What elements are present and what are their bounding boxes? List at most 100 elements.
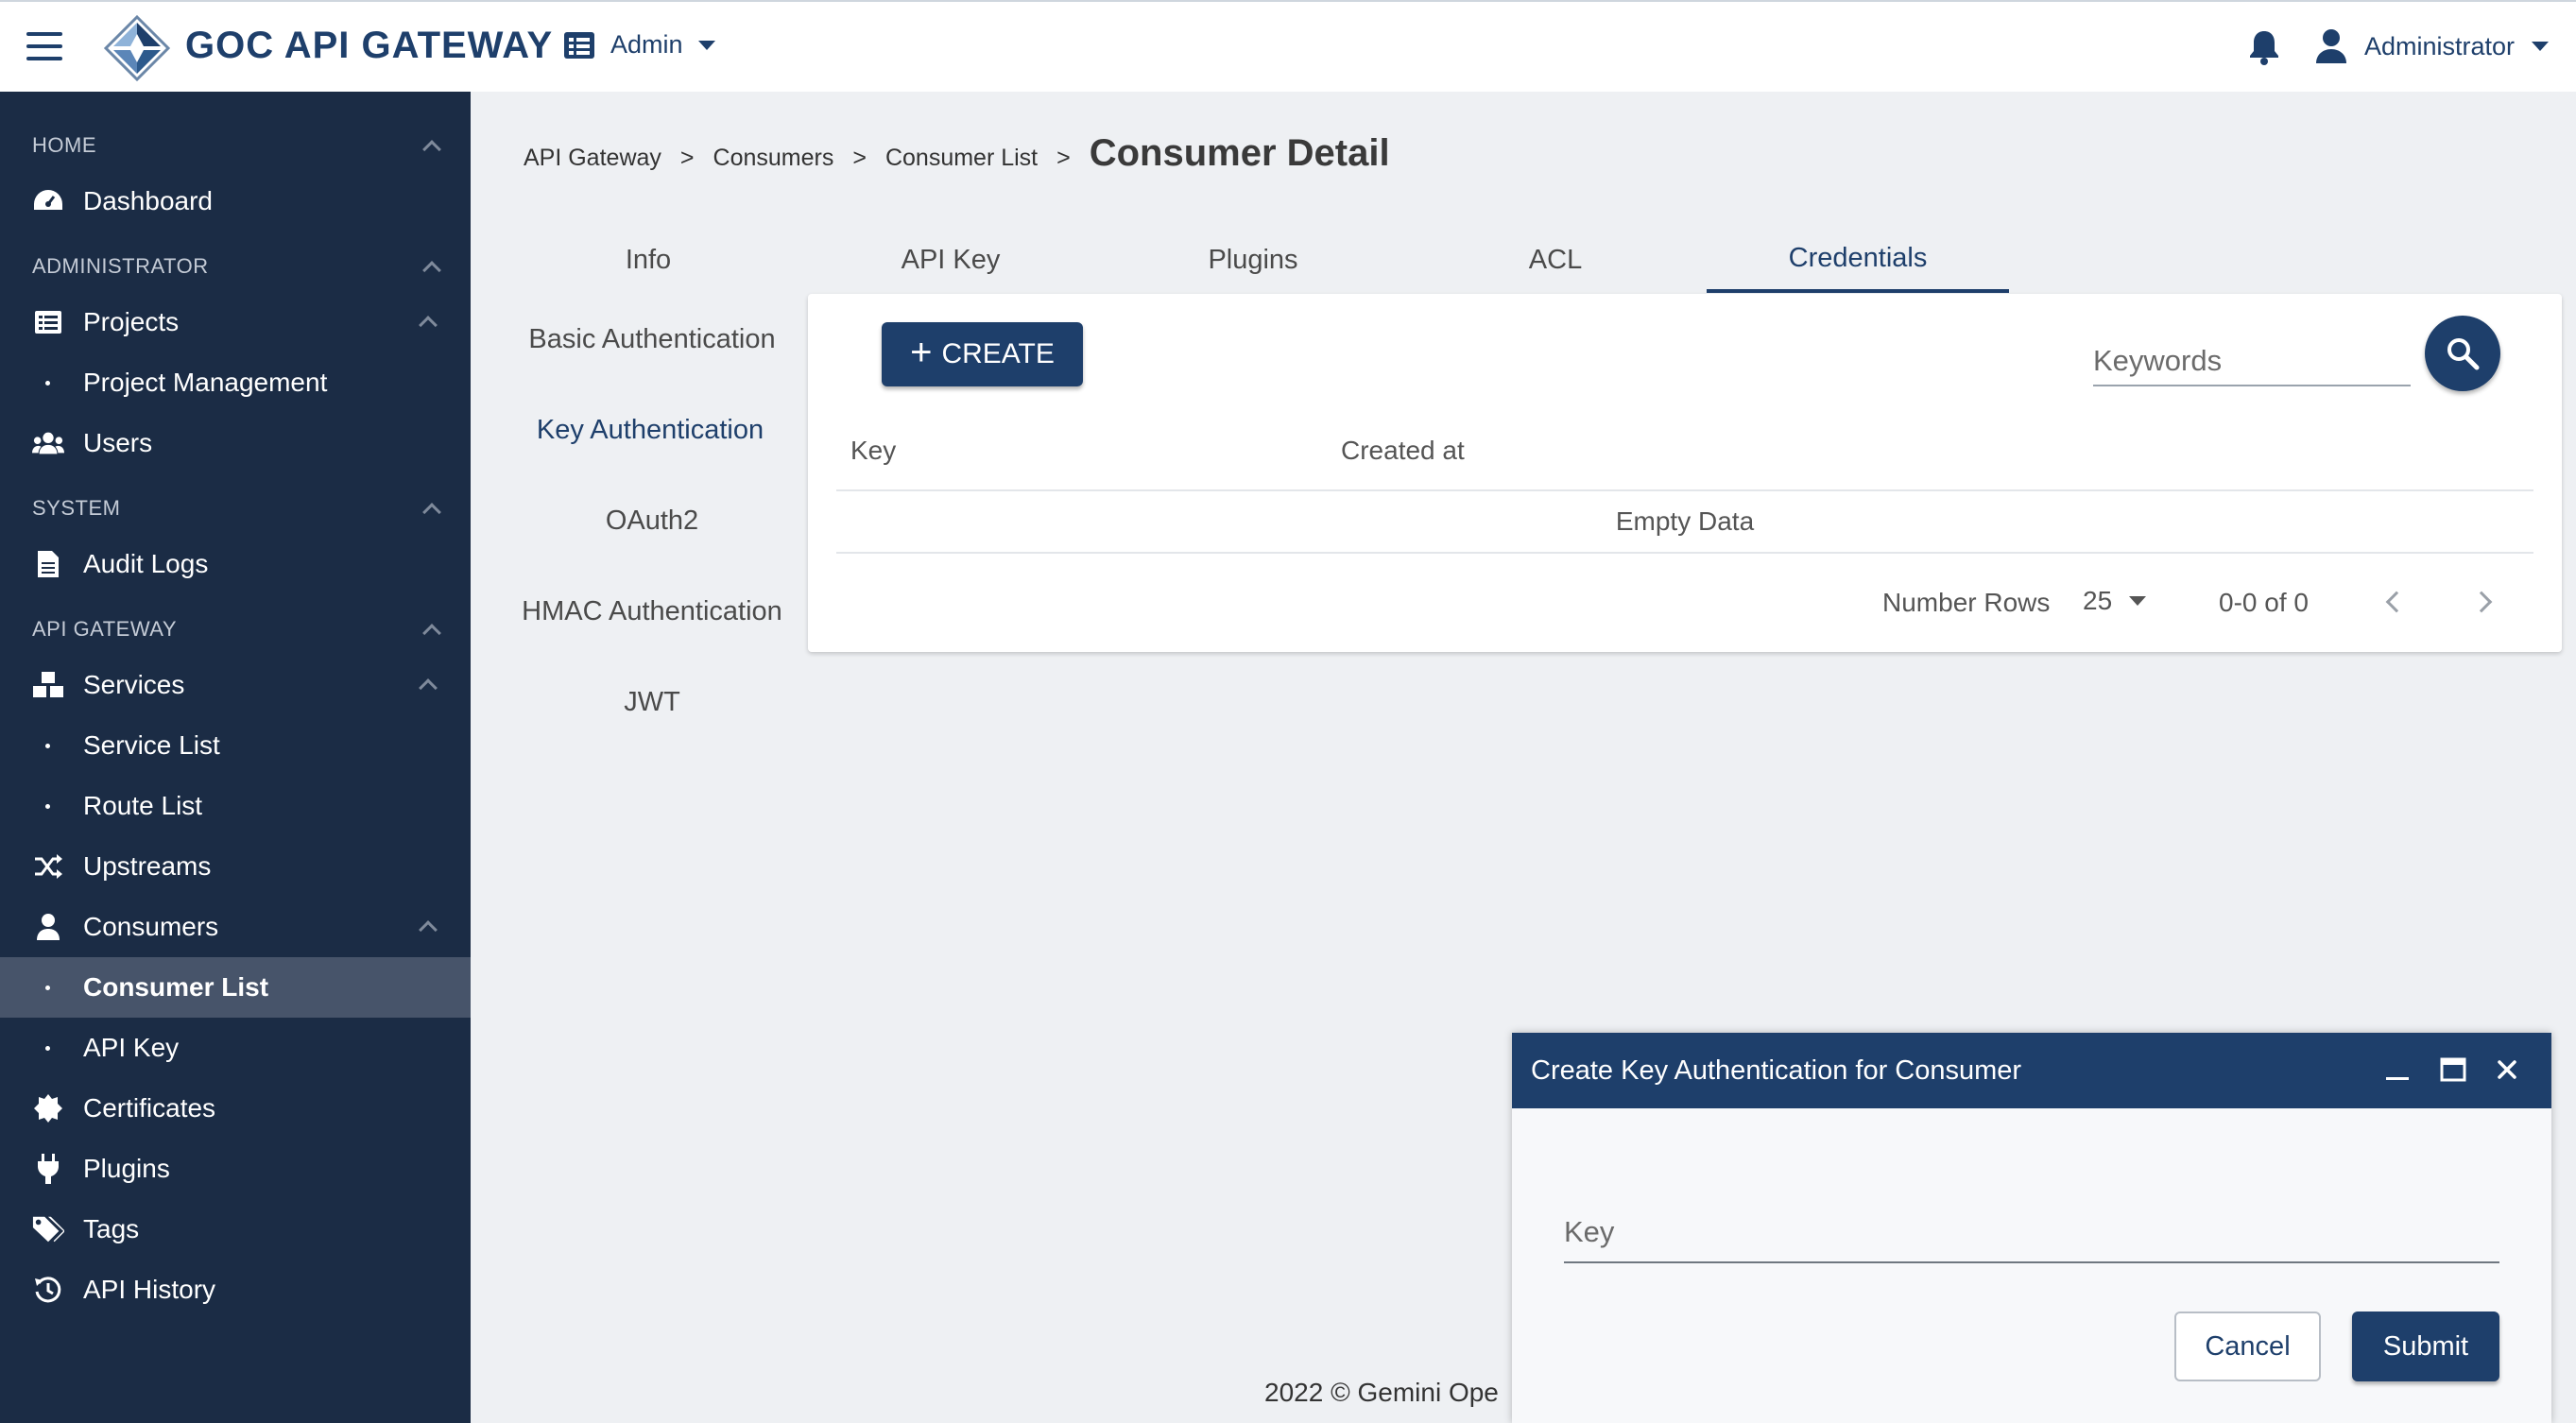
sidebar-section-system[interactable]: SYSTEM [32, 496, 441, 522]
sidebar-item-label: Services [83, 670, 185, 699]
search-icon [2447, 338, 2480, 370]
maximize-button[interactable] [2437, 1054, 2469, 1086]
sidebar-item-project-management[interactable]: Project Management [0, 352, 471, 413]
close-icon [2498, 1060, 2516, 1079]
menu-icon[interactable] [26, 32, 62, 60]
sidebar-item-label: Service List [83, 730, 220, 760]
divider [836, 552, 2533, 554]
sidebar-item-label: Projects [83, 307, 180, 336]
tab-plugins[interactable]: Plugins [1102, 227, 1404, 293]
divider [836, 489, 2533, 491]
sidebar-item-label: Users [83, 428, 153, 457]
tab-api-key[interactable]: API Key [799, 227, 1102, 293]
key-field[interactable] [1564, 1203, 2499, 1263]
sidebar-item-route-list[interactable]: Route List [0, 776, 471, 836]
sidebar-section-administrator[interactable]: ADMINISTRATOR [32, 254, 441, 280]
sidebar-item-certificates[interactable]: Certificates [0, 1078, 471, 1139]
breadcrumb-link[interactable]: Consumers [713, 145, 834, 172]
tab-credentials[interactable]: Credentials [1707, 227, 2009, 293]
column-header-key[interactable]: Key [850, 436, 896, 466]
cubes-icon [32, 669, 64, 701]
users-icon [32, 427, 64, 459]
create-key-auth-dialog: Create Key Authentication for Consumer C… [1512, 1033, 2551, 1423]
bullet-icon [45, 985, 50, 990]
side-tab-hmac-authentication[interactable]: HMAC Authentication [491, 566, 813, 657]
sidebar-section-api-gateway[interactable]: API GATEWAY [32, 617, 441, 643]
sidebar-item-label: Audit Logs [83, 549, 209, 578]
tags-icon [32, 1213, 64, 1245]
cancel-button[interactable]: Cancel [2174, 1312, 2321, 1381]
dashboard-icon [32, 185, 64, 217]
sidebar-item-dashboard[interactable]: Dashboard [0, 171, 471, 231]
sidebar-item-label: Tags [83, 1214, 140, 1243]
chevron-left-icon [2385, 591, 2408, 613]
empty-state: Empty Data [1615, 506, 1755, 536]
sidebar-item-users[interactable]: Users [0, 413, 471, 473]
tab-info[interactable]: Info [497, 227, 799, 293]
sidebar-item-label: Route List [83, 791, 203, 820]
chevron-up-icon [422, 140, 441, 159]
sidebar-item-consumer-list[interactable]: Consumer List [0, 957, 471, 1018]
role-dropdown[interactable]: Admin [563, 30, 715, 60]
submit-button[interactable]: Submit [2352, 1312, 2499, 1381]
next-page-button[interactable] [2463, 583, 2500, 621]
create-button[interactable]: + CREATE [882, 322, 1083, 386]
certificate-icon [32, 1092, 64, 1124]
chevron-up-icon [419, 920, 438, 939]
breadcrumb: API Gateway > Consumers > Consumer List … [524, 132, 1390, 175]
pagination-range: 0-0 of 0 [2219, 588, 2309, 617]
sidebar-item-consumers[interactable]: Consumers [0, 897, 471, 957]
chevron-down-icon [2129, 596, 2147, 606]
sidebar-item-label: Project Management [83, 368, 328, 397]
sidebar-item-label: Upstreams [83, 851, 212, 881]
dialog-header[interactable]: Create Key Authentication for Consumer [1512, 1033, 2551, 1108]
credentials-panel: + CREATE Key Created at Empty Data Numbe… [808, 294, 2562, 652]
close-button[interactable] [2491, 1054, 2523, 1086]
sidebar-item-plugins[interactable]: Plugins [0, 1139, 471, 1199]
brand-name: GOC API GATEWAY [185, 25, 554, 66]
history-icon [32, 1274, 64, 1306]
rows-per-page-value: 25 [2083, 586, 2113, 615]
sidebar-item-label: Consumer List [83, 972, 269, 1002]
side-tab-key-authentication[interactable]: Key Authentication [491, 385, 813, 475]
sidebar-item-api-history[interactable]: API History [0, 1260, 471, 1320]
tab-acl[interactable]: ACL [1404, 227, 1707, 293]
side-tab-basic-authentication[interactable]: Basic Authentication [491, 294, 813, 385]
sidebar-section-home[interactable]: HOME [32, 133, 441, 159]
plug-icon [32, 1153, 64, 1185]
sidebar-item-service-list[interactable]: Service List [0, 715, 471, 776]
search-button[interactable] [2425, 316, 2500, 391]
breadcrumb-link[interactable]: Consumer List [885, 145, 1038, 172]
sidebar-item-label: API Key [83, 1033, 180, 1062]
sidebar-item-projects[interactable]: Projects [0, 292, 471, 352]
column-header-created-at[interactable]: Created at [1341, 436, 1465, 466]
sidebar-item-api-key[interactable]: API Key [0, 1018, 471, 1078]
chevron-right-icon [2470, 591, 2493, 613]
bullet-icon [45, 380, 50, 386]
chevron-up-icon [419, 678, 438, 697]
bell-icon[interactable] [2247, 28, 2281, 66]
rows-per-page-select[interactable]: 25 [2083, 586, 2147, 616]
breadcrumb-link[interactable]: API Gateway [524, 145, 661, 172]
side-tab-jwt[interactable]: JWT [491, 657, 813, 747]
user-name: Administrator [2364, 31, 2516, 60]
side-tab-oauth2[interactable]: OAuth2 [491, 475, 813, 566]
chevron-up-icon [422, 261, 441, 280]
brand-logo [103, 15, 171, 81]
rows-per-page-label: Number Rows [1882, 588, 2051, 617]
search-input[interactable] [2093, 337, 2411, 386]
sidebar-item-tags[interactable]: Tags [0, 1199, 471, 1260]
user-menu[interactable]: Administrator [2315, 28, 2550, 64]
sidebar-item-audit-logs[interactable]: Audit Logs [0, 534, 471, 594]
bullet-icon [45, 743, 50, 748]
create-label: CREATE [941, 338, 1055, 369]
breadcrumb-separator: > [679, 145, 695, 171]
sidebar-item-services[interactable]: Services [0, 655, 471, 715]
sidebar-item-label: Certificates [83, 1093, 216, 1123]
list-icon [32, 306, 64, 338]
sidebar-item-upstreams[interactable]: Upstreams [0, 836, 471, 897]
minimize-button[interactable] [2381, 1054, 2413, 1086]
prev-page-button[interactable] [2378, 583, 2415, 621]
sidebar-item-label: Plugins [83, 1154, 170, 1183]
minimize-icon [2386, 1077, 2409, 1080]
